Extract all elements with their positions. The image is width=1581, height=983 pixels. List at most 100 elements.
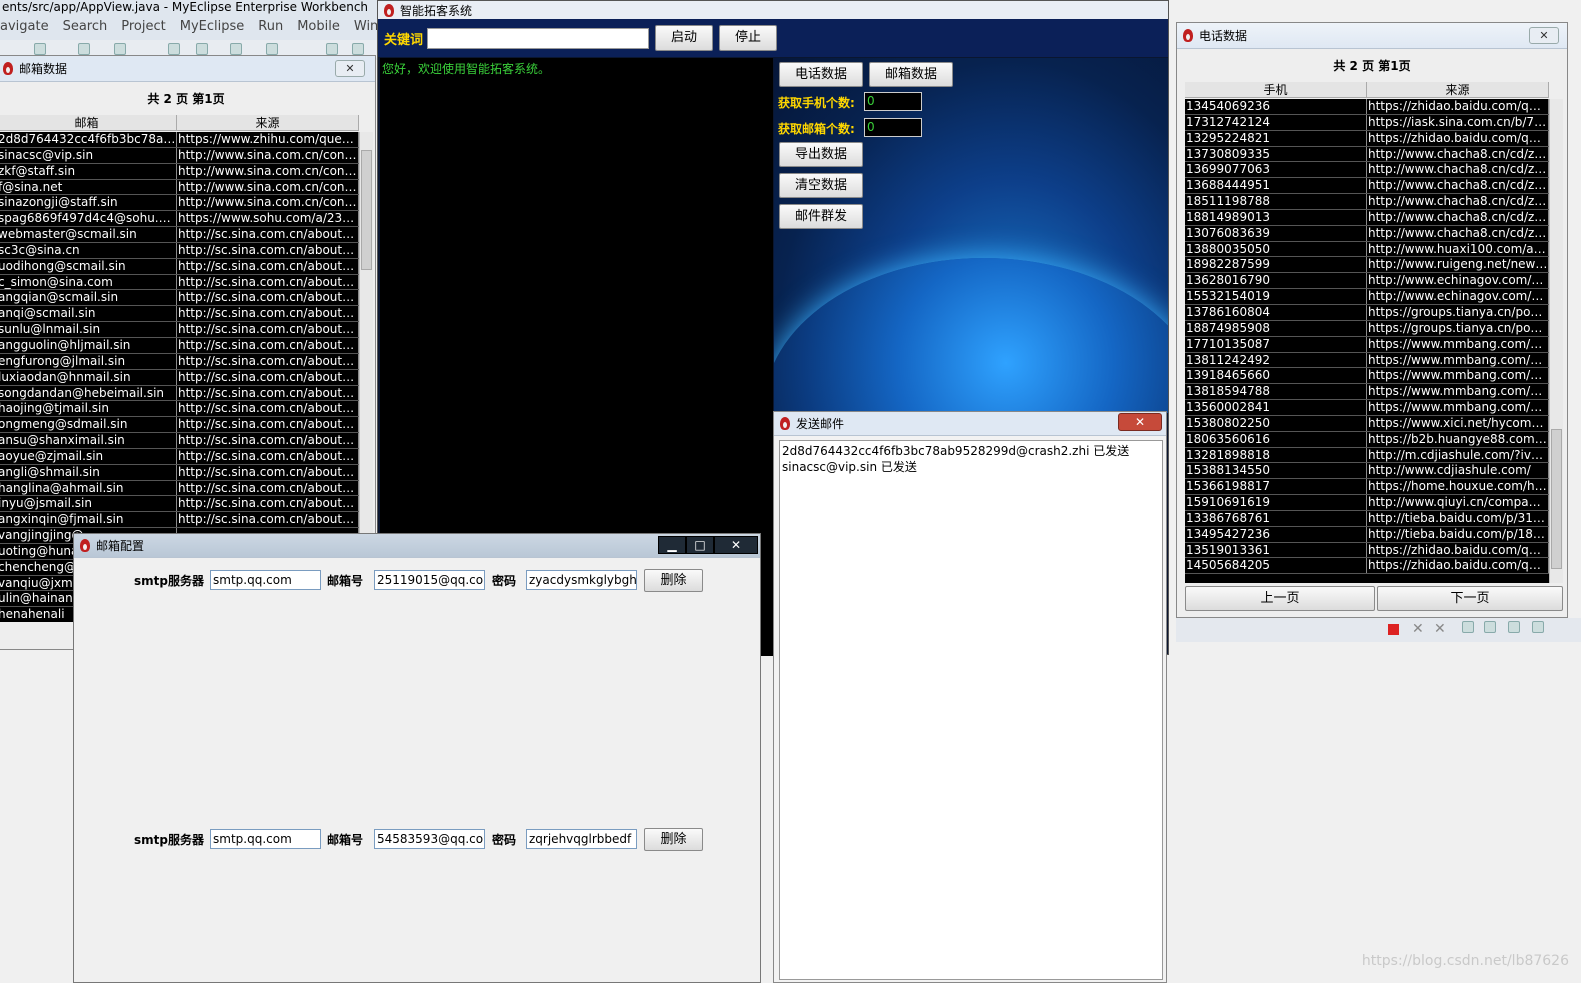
table-row[interactable]: 13688444951 http://www.chacha8.cn/cd/zhij… [1185,178,1549,195]
table-row[interactable]: sinacsc@vip.sin http://www.sina.com.cn/co… [0,147,359,164]
table-row[interactable]: zkf@staff.sin http://www.sina.com.cn/cont… [0,163,359,180]
scroll-thumb[interactable] [1551,429,1562,569]
table-row[interactable]: 14505684205 https://zhidao.baidu.com/ques… [1185,558,1549,575]
toolbar-icon[interactable] [230,43,242,55]
col-header-phone[interactable]: 手机 [1185,82,1367,97]
terminate-icon[interactable] [1388,624,1399,635]
send-log-area[interactable]: 2d8d764432cc4f6fb3bc78ab9528299d@crash2.… [779,440,1163,980]
table-row[interactable]: 2d8d764432cc4f6fb3bc78ab95...https://www… [0,132,359,148]
table-row[interactable]: ansu@shanximail.sin http://sc.sina.com.cn… [0,433,359,449]
table-row[interactable]: 13786160804 https://groups.tianya.cn/post… [1185,304,1549,321]
table-row[interactable]: haojing@tjmail.sin http://sc.sina.com.cn/… [0,401,359,418]
table-row[interactable]: sc3c@sina.cn http://sc.sina.com.cn/about/… [0,242,359,259]
table-row[interactable]: 13386768761 http://tieba.baidu.com/p/3139… [1185,510,1549,527]
console-icon[interactable] [1462,621,1474,633]
table-row[interactable]: 13281898818 http://m.cdjiashule.com/?ivk_… [1185,447,1549,464]
table-row[interactable]: 13076083639 http://www.chacha8.cn/cd/zhij… [1185,225,1549,242]
table-row[interactable]: c_simon@sina.com http://sc.sina.com.cn/ab… [0,274,359,291]
menu-mobile[interactable]: Mobile [297,17,340,37]
stop-button[interactable]: 停止 [719,25,778,51]
smtp-server-input[interactable]: smtp.qq.com [210,570,321,590]
table-row[interactable]: 13560002841 https://www.mmbang.com/abo... [1185,400,1549,416]
smtp-server-input[interactable]: smtp.qq.com [210,829,321,849]
menu-run[interactable]: Run [258,17,283,37]
table-row[interactable]: 15388134550 http://www.cdjiashule.com/ [1185,463,1549,480]
maximize-button[interactable]: □ [686,536,714,554]
toolbar-icon[interactable] [326,43,338,55]
lock-icon[interactable] [1484,621,1496,633]
table-row[interactable]: 13628016790http://www.echinagov.com/qyne… [1185,273,1549,290]
table-row[interactable]: 17312742124 https://iask.sina.com.cn/b/74… [1185,114,1549,131]
table-row[interactable]: sunlu@lnmail.sin http://sc.sina.com.cn/ab… [0,322,359,338]
table-row[interactable]: 15532154019 http://www.echinagov.com/abo.… [1185,289,1549,305]
phone-scrollbar[interactable] [1549,99,1563,583]
close-button[interactable]: ✕ [1118,413,1162,431]
col-header-source[interactable]: 来源 [1367,82,1549,97]
table-row[interactable]: hanglina@ahmail.sin http://sc.sina.com.cn… [0,480,359,497]
delete-button[interactable]: 删除 [644,828,703,851]
menu-myeclipse[interactable]: MyEclipse [180,17,245,37]
table-row[interactable]: 18874985908 https://groups.tianya.cn/post… [1185,320,1549,337]
table-row[interactable]: 15910691619http://www.qiuyi.cn/company/c… [1185,495,1549,511]
scroll-thumb[interactable] [361,150,372,270]
next-page-button[interactable]: 下一页 [1377,586,1563,611]
table-row[interactable]: 13811242492 https://www.mmbang.com/abo... [1185,352,1549,369]
phone-data-button[interactable]: 电话数据 [779,62,863,87]
account-input[interactable]: 25119015@qq.com [374,570,485,590]
remove-icon[interactable]: ✕ [1412,621,1424,637]
table-row[interactable]: 13880035050http://www.huaxi100.com/about… [1185,241,1549,258]
toolbar-icon[interactable] [114,43,126,55]
table-row[interactable]: 13295224821 https://zhidao.baidu.com/ques… [1185,130,1549,147]
start-button[interactable]: 启动 [655,25,714,51]
toolbar-icon[interactable] [78,43,90,55]
table-row[interactable]: 13699077063 http://www.chacha8.cn/cd/zhij… [1185,162,1549,179]
prev-page-button[interactable]: 上一页 [1185,586,1375,611]
remove-all-icon[interactable]: ✕ [1434,621,1446,637]
table-row[interactable]: 13454069236 https://zhidao.baidu.com/ques… [1185,99,1549,115]
account-input[interactable]: 54583593@qq.com [374,829,485,849]
toolbar-icon[interactable] [196,43,208,55]
table-row[interactable]: 18982287599http://www.ruigeng.net/newsde… [1185,257,1549,274]
table-row[interactable]: 18063560616 https://b2b.huangye88.com/go.… [1185,431,1549,448]
toolbar-icon[interactable] [34,43,46,55]
export-button[interactable]: 导出数据 [779,142,863,167]
menu-search[interactable]: Search [63,17,108,37]
toolbar-icon[interactable] [168,43,180,55]
email-data-button[interactable]: 邮箱数据 [869,62,953,87]
menu-project[interactable]: Project [121,17,165,37]
col-header-email[interactable]: 邮箱 [0,115,177,130]
table-row[interactable]: f@sina.nethttp://www.sina.com.cn/contact… [0,179,359,196]
table-row[interactable]: songdandan@hebeimail.sin http://sc.sina.c… [0,385,359,402]
mass-mail-button[interactable]: 邮件群发 [779,204,863,229]
table-row[interactable]: engfurong@jlmail.sin http://sc.sina.com.c… [0,353,359,370]
close-button[interactable]: ✕ [714,536,758,554]
table-row[interactable]: sinazongji@staff.sin http://www.sina.com.… [0,195,359,212]
table-row[interactable]: spag6869f497d4c4@sohu.com https://www.soh… [0,211,359,228]
table-row[interactable]: 17710135087 https://www.mmbang.com/abo... [1185,336,1549,353]
password-input[interactable]: zyacdysmkglybghj [526,570,637,590]
table-row[interactable]: inyu@jsmail.sin http://sc.sina.com.cn/abo… [0,496,359,513]
display-icon[interactable] [1532,621,1544,633]
menu-navigate[interactable]: avigate [0,17,49,37]
minimize-button[interactable]: ▁ [658,536,686,554]
col-header-source[interactable]: 来源 [177,115,359,130]
table-row[interactable]: angxinqin@fjmail.sin http://sc.sina.com.c… [0,512,359,529]
table-row[interactable]: angguolin@hljmail.sin http://sc.sina.com.… [0,337,359,354]
keyword-input[interactable] [427,27,650,49]
password-input[interactable]: zqrjehvqglrbbedf [526,829,637,849]
table-row[interactable]: 15380802250https://www.xici.net/hycompan… [1185,415,1549,432]
delete-button[interactable]: 删除 [644,569,703,592]
table-row[interactable]: webmaster@scmail.sin http://sc.sina.com.c… [0,227,359,243]
table-row[interactable]: aoyue@zjmail.sin http://sc.sina.com.cn/ab… [0,448,359,465]
table-row[interactable]: 13730809335 http://www.chacha8.cn/cd/zhij… [1185,146,1549,163]
close-button[interactable]: ✕ [335,60,365,77]
table-row[interactable]: 13918465660 https://www.mmbang.com/abo... [1185,368,1549,385]
table-row[interactable]: luxiaodan@hnmail.sin http://sc.sina.com.c… [0,369,359,386]
table-row[interactable]: angli@shmail.sin http://sc.sina.com.cn/ab… [0,464,359,481]
toolbar-icon[interactable] [352,43,364,55]
table-row[interactable]: 13519013361 https://zhidao.baidu.com/ques… [1185,542,1549,559]
table-row[interactable]: ongmeng@sdmail.sin http://sc.sina.com.cn/… [0,417,359,434]
table-row[interactable]: uodihong@scmail.sin http://sc.sina.com.cn… [0,258,359,275]
table-row[interactable]: 18814989013 http://www.chacha8.cn/cd/zhij… [1185,209,1549,226]
close-button[interactable]: ✕ [1529,27,1559,44]
